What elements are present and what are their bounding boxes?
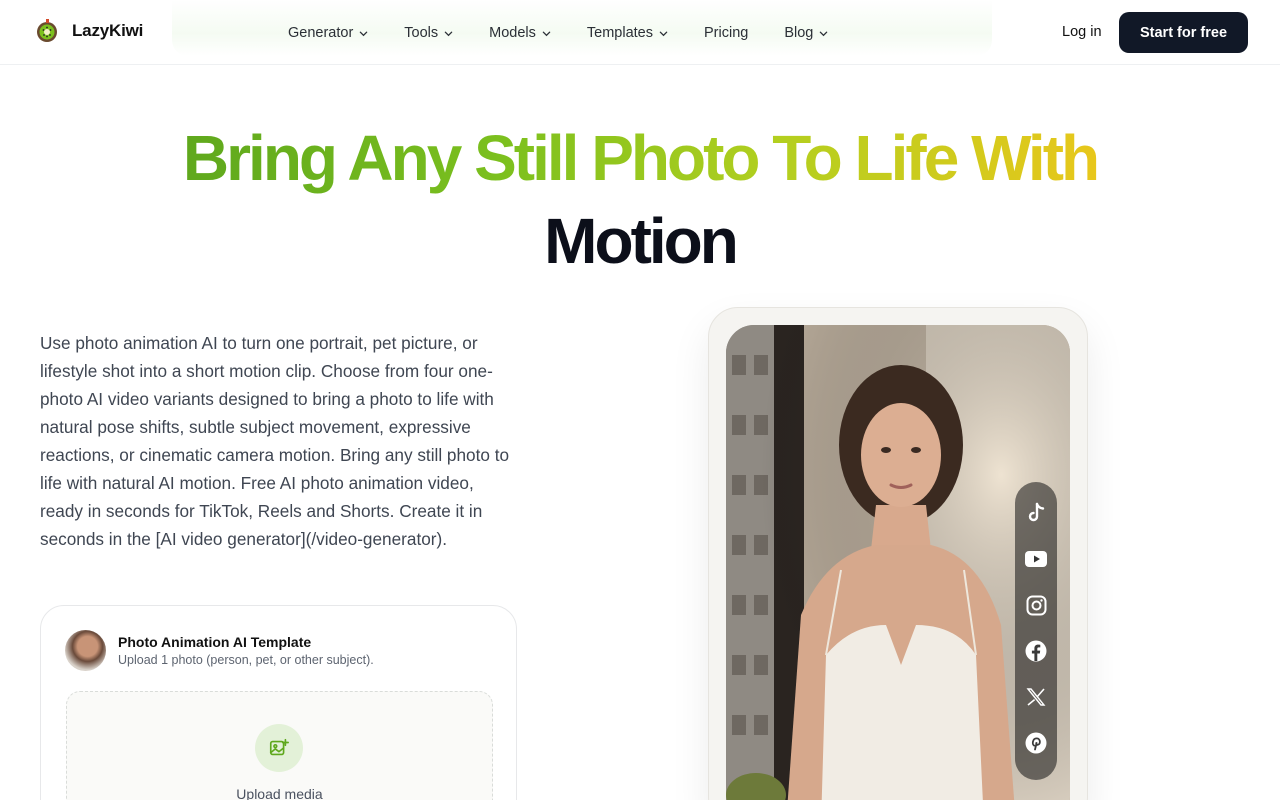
- main-nav: Generator Tools Models Templates Pricing…: [270, 22, 846, 44]
- login-link[interactable]: Log in: [1062, 24, 1102, 40]
- social-share-bar: [1015, 482, 1057, 780]
- x-icon[interactable]: [1025, 686, 1047, 708]
- chevron-down-icon: [542, 31, 551, 36]
- nav-label: Models: [489, 25, 536, 41]
- nav-label: Blog: [784, 25, 814, 41]
- nav-label: Tools: [404, 25, 439, 41]
- nav-label: Templates: [586, 25, 653, 41]
- hero-title: Bring Any Still Photo To Life With Motio…: [0, 122, 1280, 288]
- site-header: LazyKiwi Generator Tools Models Template…: [0, 0, 1280, 65]
- template-title: Photo Animation AI Template: [118, 634, 312, 650]
- chevron-down-icon: [659, 31, 668, 36]
- pinterest-icon[interactable]: [1025, 732, 1047, 754]
- instagram-icon[interactable]: [1025, 594, 1047, 616]
- hero-description: Use photo animation AI to turn one portr…: [40, 333, 510, 549]
- upload-dropzone[interactable]: Upload media: [66, 691, 493, 800]
- start-for-free-button[interactable]: Start for free: [1119, 12, 1248, 53]
- image-upload-icon: [255, 724, 303, 772]
- hero-title-emphasis: Motion: [544, 205, 739, 277]
- template-avatar: [65, 630, 106, 671]
- template-card: Photo Animation AI Template Upload 1 pho…: [40, 605, 517, 800]
- kiwi-logo-icon: [34, 18, 60, 44]
- nav-label: Pricing: [704, 25, 749, 41]
- facebook-icon[interactable]: [1025, 640, 1047, 662]
- chevron-down-icon: [444, 31, 453, 36]
- youtube-icon[interactable]: [1025, 548, 1047, 570]
- hero-title-highlight: Bring Any Still Photo To Life With: [182, 122, 1100, 194]
- nav-label: Generator: [288, 25, 354, 41]
- nav-blog[interactable]: Blog: [784, 22, 828, 44]
- chevron-down-icon: [820, 31, 828, 36]
- brand-name: LazyKiwi: [72, 21, 144, 40]
- nav-pricing[interactable]: Pricing: [704, 22, 748, 44]
- nav-generator[interactable]: Generator: [288, 22, 368, 44]
- brand-logo[interactable]: LazyKiwi: [34, 18, 143, 44]
- chevron-down-icon: [360, 31, 368, 36]
- upload-media-label: Upload media: [236, 786, 323, 800]
- nav-templates[interactable]: Templates: [587, 22, 668, 44]
- nav-tools[interactable]: Tools: [404, 22, 453, 44]
- tiktok-icon[interactable]: [1025, 502, 1047, 524]
- template-subtitle: Upload 1 photo (person, pet, or other su…: [118, 653, 374, 667]
- nav-models[interactable]: Models: [489, 22, 551, 44]
